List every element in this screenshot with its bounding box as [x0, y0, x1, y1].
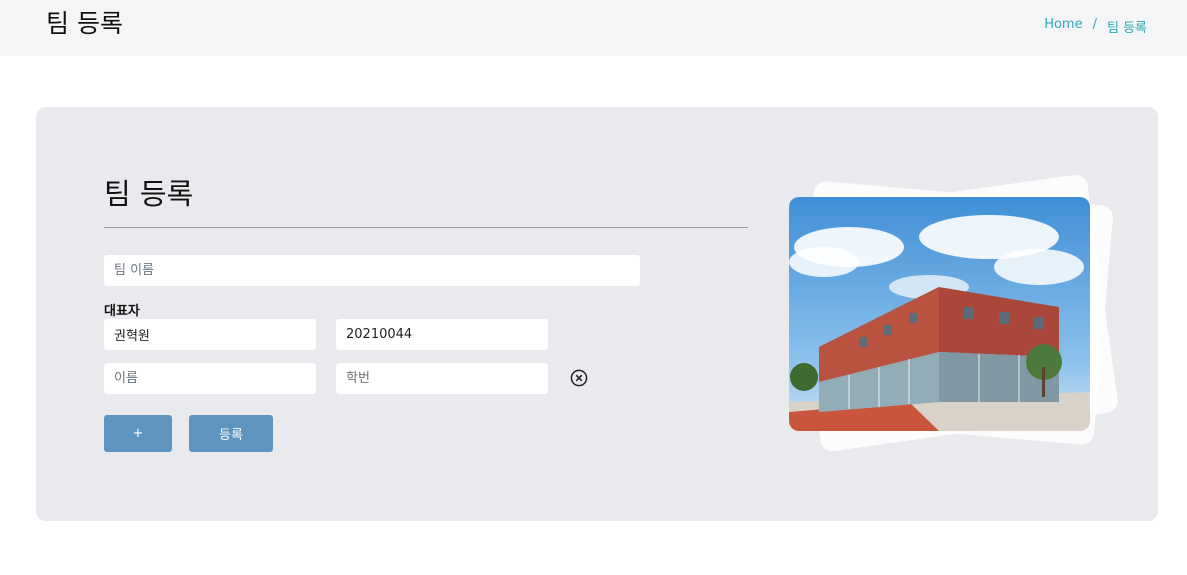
page-title: 팀 등록	[46, 9, 123, 38]
campus-building-photo	[789, 197, 1090, 431]
leader-student-id-input[interactable]	[336, 319, 548, 350]
breadcrumb: Home / 팀 등록	[1044, 17, 1147, 36]
title-divider	[104, 227, 748, 228]
add-member-button[interactable]: +	[104, 415, 172, 452]
breadcrumb-separator: /	[1092, 17, 1097, 32]
register-button[interactable]: 등록	[189, 415, 273, 452]
close-circle-icon	[570, 369, 588, 387]
member-name-input[interactable]	[104, 363, 316, 394]
member-student-id-input[interactable]	[336, 363, 548, 394]
leader-label: 대표자	[104, 304, 140, 319]
page-header: 팀 등록 Home / 팀 등록	[0, 0, 1187, 56]
remove-member-button[interactable]	[570, 369, 588, 387]
team-register-card: 팀 등록 대표자 + 등록	[36, 107, 1158, 521]
building-illustration	[789, 197, 1090, 431]
breadcrumb-home-link[interactable]: Home	[1044, 17, 1082, 36]
photo-stack	[766, 163, 1120, 463]
breadcrumb-current: 팀 등록	[1106, 21, 1147, 36]
form-title: 팀 등록	[104, 177, 194, 211]
leader-name-input[interactable]	[104, 319, 316, 350]
team-name-input[interactable]	[104, 255, 640, 286]
